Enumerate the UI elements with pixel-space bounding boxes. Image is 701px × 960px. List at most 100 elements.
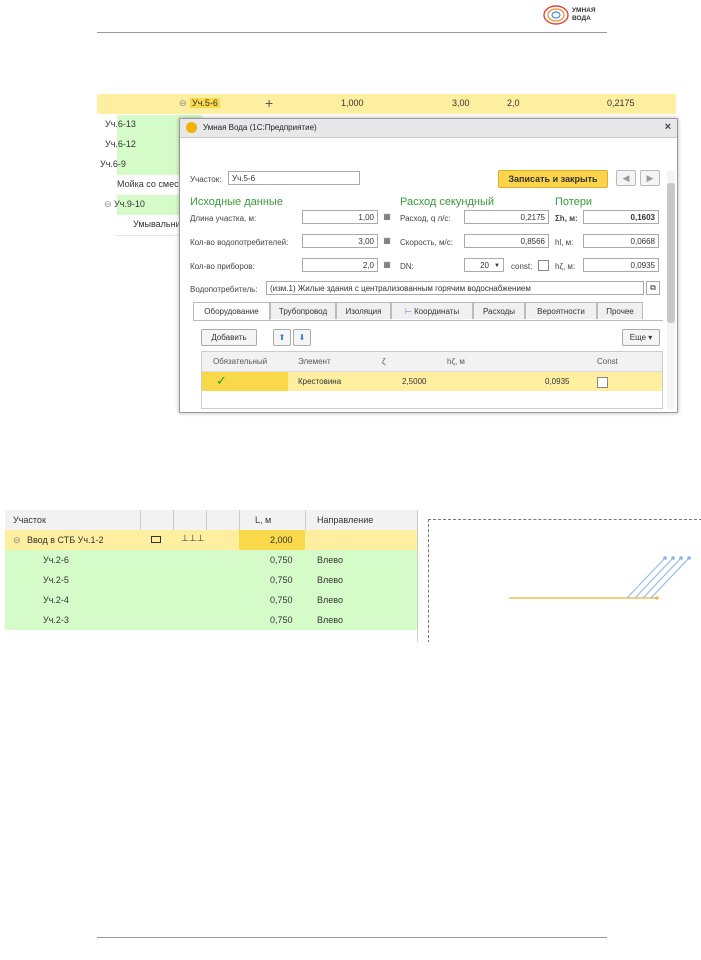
tree-row-name: Умывальни bbox=[133, 219, 181, 229]
calculator-icon[interactable]: ▦ bbox=[382, 260, 392, 270]
row-direction: Влево bbox=[317, 615, 343, 625]
water-drop-logo-icon bbox=[543, 5, 569, 25]
tree-cell-value: 3,00 bbox=[452, 98, 470, 108]
logo-text: УМНАЯ ВОДА bbox=[572, 7, 596, 23]
collapse-icon[interactable]: ⊖ bbox=[97, 159, 98, 170]
row-length: 0,750 bbox=[270, 555, 293, 565]
scrollbar[interactable] bbox=[667, 171, 675, 409]
consumers-label: Кол-во водопотребителей: bbox=[190, 238, 289, 247]
tree-row-selected[interactable]: ⊖ Уч.5-6 + 1,000 3,00 2,0 0,2175 bbox=[97, 94, 676, 115]
losses-heading: Потери bbox=[555, 196, 593, 208]
arrow-down-icon: ⬇ bbox=[298, 333, 306, 342]
grid-cell-element: Крестовина bbox=[298, 377, 342, 386]
close-icon[interactable]: × bbox=[665, 121, 671, 133]
tab-coordinates[interactable]: ⊢ Координаты bbox=[391, 302, 473, 319]
scroll-thumb[interactable] bbox=[667, 183, 675, 323]
row-direction: Влево bbox=[317, 595, 343, 605]
section-input[interactable]: Уч.5-6 bbox=[228, 171, 360, 185]
logo-line2: ВОДА bbox=[572, 15, 591, 22]
row-name: Уч.2-6 bbox=[43, 555, 69, 565]
tab-pipeline[interactable]: Трубопровод bbox=[270, 302, 336, 319]
tab-flows[interactable]: Расходы bbox=[473, 302, 525, 319]
move-down-button[interactable]: ⬇ bbox=[293, 329, 311, 346]
tab-other[interactable]: Прочее bbox=[597, 302, 643, 319]
add-button[interactable]: Добавить bbox=[201, 329, 257, 346]
row-length: 2,000 bbox=[270, 535, 293, 545]
tree-cell-value: 2,0 bbox=[507, 98, 520, 108]
scheme-drawing bbox=[509, 556, 691, 600]
arrow-left-icon: ◀ bbox=[622, 173, 630, 183]
tree-cell-value: 1,000 bbox=[341, 98, 364, 108]
pipe-icon: ⊥⊥⊥ bbox=[181, 533, 205, 543]
row-length: 0,750 bbox=[270, 595, 293, 605]
table-row[interactable]: Уч.2-5 0,750 Влево bbox=[5, 570, 417, 590]
grid-header-element: Элемент bbox=[298, 357, 331, 366]
save-and-close-button[interactable]: Записать и закрыть bbox=[498, 170, 608, 188]
sum-h-label: Σh, м: bbox=[555, 214, 578, 223]
row-direction: Влево bbox=[317, 555, 343, 565]
tab-probabilities[interactable]: Вероятности bbox=[525, 302, 597, 319]
nav-forward-button[interactable]: ▶ bbox=[640, 170, 660, 186]
calculator-icon[interactable]: ▦ bbox=[382, 236, 392, 246]
length-label: Длина участка, м: bbox=[190, 214, 257, 223]
consumers-field[interactable]: 3,00 bbox=[302, 234, 378, 248]
row-length: 0,750 bbox=[270, 615, 293, 625]
consumer-field[interactable]: (изм.1) Жилые здания с централизованным … bbox=[266, 281, 644, 295]
tree-row-name: Уч.6-12 bbox=[105, 139, 136, 149]
logo-line1: УМНАЯ bbox=[572, 7, 596, 14]
source-data-heading: Исходные данные bbox=[190, 196, 283, 208]
devices-field[interactable]: 2,0 bbox=[302, 258, 378, 272]
grid-cell-zeta: 2,5000 bbox=[402, 377, 427, 386]
section-edit-dialog: Умная Вода (1С:Предприятие) × Участок: У… bbox=[179, 118, 678, 413]
row-name: Уч.2-5 bbox=[43, 575, 69, 585]
move-up-button[interactable]: ⬆ bbox=[273, 329, 291, 346]
screenshot-sections-table: Участок L, м Направление ⊖ Ввод в СТБ Уч… bbox=[5, 510, 701, 642]
grid-row[interactable]: ✓ Крестовина 2,5000 0,0935 bbox=[202, 372, 662, 391]
header-direction: Направление bbox=[317, 515, 374, 525]
dn-label: DN: bbox=[400, 262, 414, 271]
collapse-icon[interactable]: ⊖ bbox=[104, 199, 112, 210]
tab-equipment[interactable]: Оборудование bbox=[193, 302, 270, 320]
calculator-icon[interactable]: ▦ bbox=[382, 212, 392, 222]
sum-h-field[interactable]: 0,1603 bbox=[583, 210, 659, 224]
chevron-down-icon: ▼ bbox=[494, 263, 500, 269]
row-name: Ввод в СТБ Уч.1-2 bbox=[27, 535, 104, 545]
dialog-titlebar[interactable]: Умная Вода (1С:Предприятие) × bbox=[180, 119, 677, 138]
speed-field[interactable]: 0,8566 bbox=[464, 234, 549, 248]
const-row-checkbox[interactable] bbox=[597, 377, 608, 388]
collapse-icon[interactable]: ⊖ bbox=[13, 535, 21, 546]
brand-logo: УМНАЯ ВОДА bbox=[542, 4, 602, 28]
hl-field[interactable]: 0,0668 bbox=[583, 234, 659, 248]
table-row[interactable]: Уч.2-3 0,750 Влево bbox=[5, 610, 417, 630]
tree-row-name: Уч.6-9 bbox=[100, 159, 126, 169]
grid-cell-hz: 0,0935 bbox=[545, 377, 570, 386]
app-icon bbox=[186, 122, 197, 133]
table-row-selected[interactable]: ⊖ Ввод в СТБ Уч.1-2 ⊥⊥⊥ 2,000 bbox=[5, 530, 417, 550]
scheme-canvas[interactable] bbox=[428, 519, 701, 642]
footer-divider bbox=[97, 937, 607, 938]
devices-label: Кол-во приборов: bbox=[190, 262, 255, 271]
tree-row-name: Уч.9-10 bbox=[114, 199, 145, 209]
tab-insulation[interactable]: Изоляция bbox=[336, 302, 391, 319]
arrow-up-icon: ⬆ bbox=[278, 333, 286, 342]
arrow-right-icon: ▶ bbox=[646, 173, 654, 183]
grid-header-required: Обязательный bbox=[213, 357, 268, 366]
grid-header-zeta: ζ bbox=[382, 357, 386, 366]
table-row[interactable]: Уч.2-6 0,750 Влево bbox=[5, 550, 417, 570]
dn-select[interactable]: 20 ▼ bbox=[464, 258, 504, 272]
more-button[interactable]: Еще ▾ bbox=[622, 329, 660, 346]
flow-field[interactable]: 0,2175 bbox=[464, 210, 549, 224]
row-direction: Влево bbox=[317, 575, 343, 585]
collapse-icon[interactable]: ⊖ bbox=[179, 98, 187, 109]
table-row[interactable]: Уч.2-4 0,750 Влево bbox=[5, 590, 417, 610]
tree-cell-value: 0,2175 bbox=[607, 98, 635, 108]
length-field[interactable]: 1,00 bbox=[302, 210, 378, 224]
table-header: Участок L, м Направление bbox=[5, 510, 417, 531]
nav-back-button[interactable]: ◀ bbox=[616, 170, 636, 186]
open-icon[interactable]: ⧉ bbox=[646, 281, 660, 295]
tabs-bar: Оборудование Трубопровод Изоляция ⊢ Коор… bbox=[193, 302, 663, 321]
const-checkbox[interactable] bbox=[538, 260, 549, 271]
hz-field[interactable]: 0,0935 bbox=[583, 258, 659, 272]
grid-header-const: Const bbox=[597, 357, 618, 366]
flow-heading: Расход секундный bbox=[400, 196, 494, 208]
